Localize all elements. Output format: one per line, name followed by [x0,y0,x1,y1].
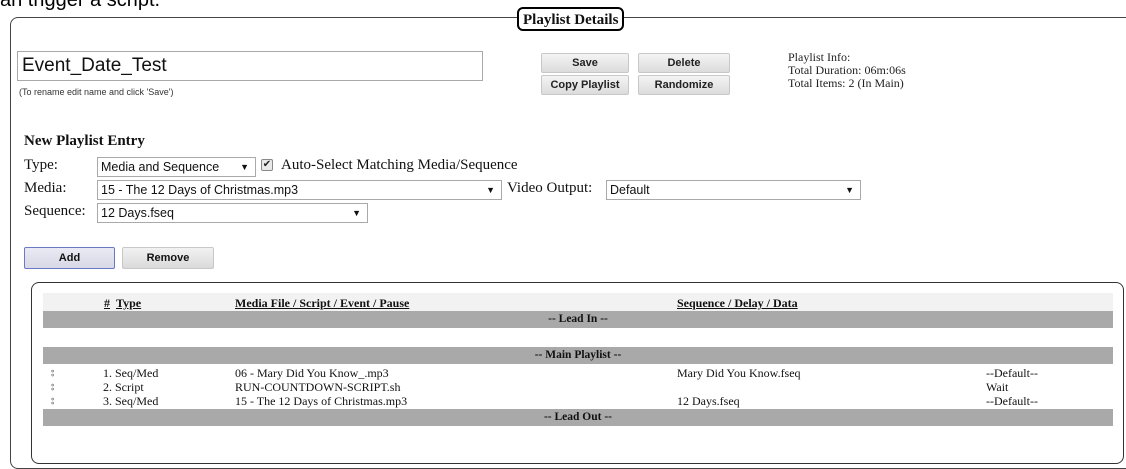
remove-button[interactable]: Remove [122,247,214,269]
copy-playlist-button[interactable]: Copy Playlist [541,75,629,95]
chevron-down-icon: ▼ [486,185,495,195]
type-select-value: Media and Sequence [101,160,220,174]
row-media: RUN-COUNTDOWN-SCRIPT.sh [235,380,401,394]
panel-title: Playlist Details [517,7,625,31]
total-items: Total Items: 2 (In Main) [788,76,904,90]
row-extra: Wait [986,380,1009,394]
media-select-value: 15 - The 12 Days of Christmas.mp3 [101,183,299,197]
row-media: 06 - Mary Did You Know_.mp3 [235,366,389,380]
delete-button[interactable]: Delete [638,53,730,73]
chevron-down-icon: ▼ [240,162,249,172]
row-media: 15 - The 12 Days of Christmas.mp3 [235,394,408,408]
auto-select-checkbox[interactable]: ✔ [261,159,273,171]
clipped-heading-text: an trigger a script. [0,0,161,11]
playlist-name-input[interactable]: Event_Date_Test [17,51,483,81]
save-button[interactable]: Save [541,53,629,73]
row-sequence: Mary Did You Know.fseq [677,366,801,380]
lead-in-section: -- Lead In -- [43,311,1113,328]
new-entry-title: New Playlist Entry [24,133,145,149]
table-row[interactable]: ⦂ 1. Seq/Med 06 - Mary Did You Know_.mp3… [43,366,1113,380]
media-select[interactable]: 15 - The 12 Days of Christmas.mp3 ▼ [97,180,502,200]
row-num-type: 1. Seq/Med [103,366,159,380]
video-output-label: Video Output: [507,180,593,196]
row-extra: --Default-- [986,394,1038,408]
rename-hint: (To rename edit name and click 'Save') [19,87,174,97]
sequence-select[interactable]: 12 Days.fseq ▼ [97,203,368,223]
main-playlist-section: -- Main Playlist -- [43,347,1113,364]
table-row[interactable]: ⦂ 2. Script RUN-COUNTDOWN-SCRIPT.sh Wait [43,380,1113,394]
type-select[interactable]: Media and Sequence ▼ [97,157,256,177]
column-type[interactable]: Type [116,296,141,311]
table-header: # Type Media File / Script / Event / Pau… [43,293,1113,311]
column-media[interactable]: Media File / Script / Event / Pause [235,296,409,311]
row-sequence: 12 Days.fseq [677,394,740,408]
media-label: Media: [24,180,67,196]
sequence-label: Sequence: [24,203,86,219]
video-output-select[interactable]: Default ▼ [606,180,861,200]
playlist-info: Playlist Info: Total Duration: 06m:06s T… [788,51,906,90]
column-num[interactable]: # [104,296,110,311]
row-num-type: 3. Seq/Med [103,394,159,408]
sequence-select-value: 12 Days.fseq [101,206,174,220]
chevron-down-icon: ▼ [352,208,361,218]
type-label: Type: [24,157,58,173]
video-output-value: Default [610,183,650,197]
drag-handle-icon[interactable]: ⦂ [51,366,54,380]
table-row[interactable]: ⦂ 3. Seq/Med 15 - The 12 Days of Christm… [43,394,1113,408]
drag-handle-icon[interactable]: ⦂ [51,394,54,408]
drag-handle-icon[interactable]: ⦂ [51,380,54,394]
chevron-down-icon: ▼ [845,185,854,195]
add-button[interactable]: Add [24,247,115,269]
row-num-type: 2. Script [103,380,144,394]
column-sequence[interactable]: Sequence / Delay / Data [677,296,798,311]
auto-select-label: Auto-Select Matching Media/Sequence [281,157,518,173]
lead-out-section: -- Lead Out -- [43,409,1113,426]
check-icon: ✔ [262,159,272,170]
randomize-button[interactable]: Randomize [638,75,730,95]
row-extra: --Default-- [986,366,1038,380]
